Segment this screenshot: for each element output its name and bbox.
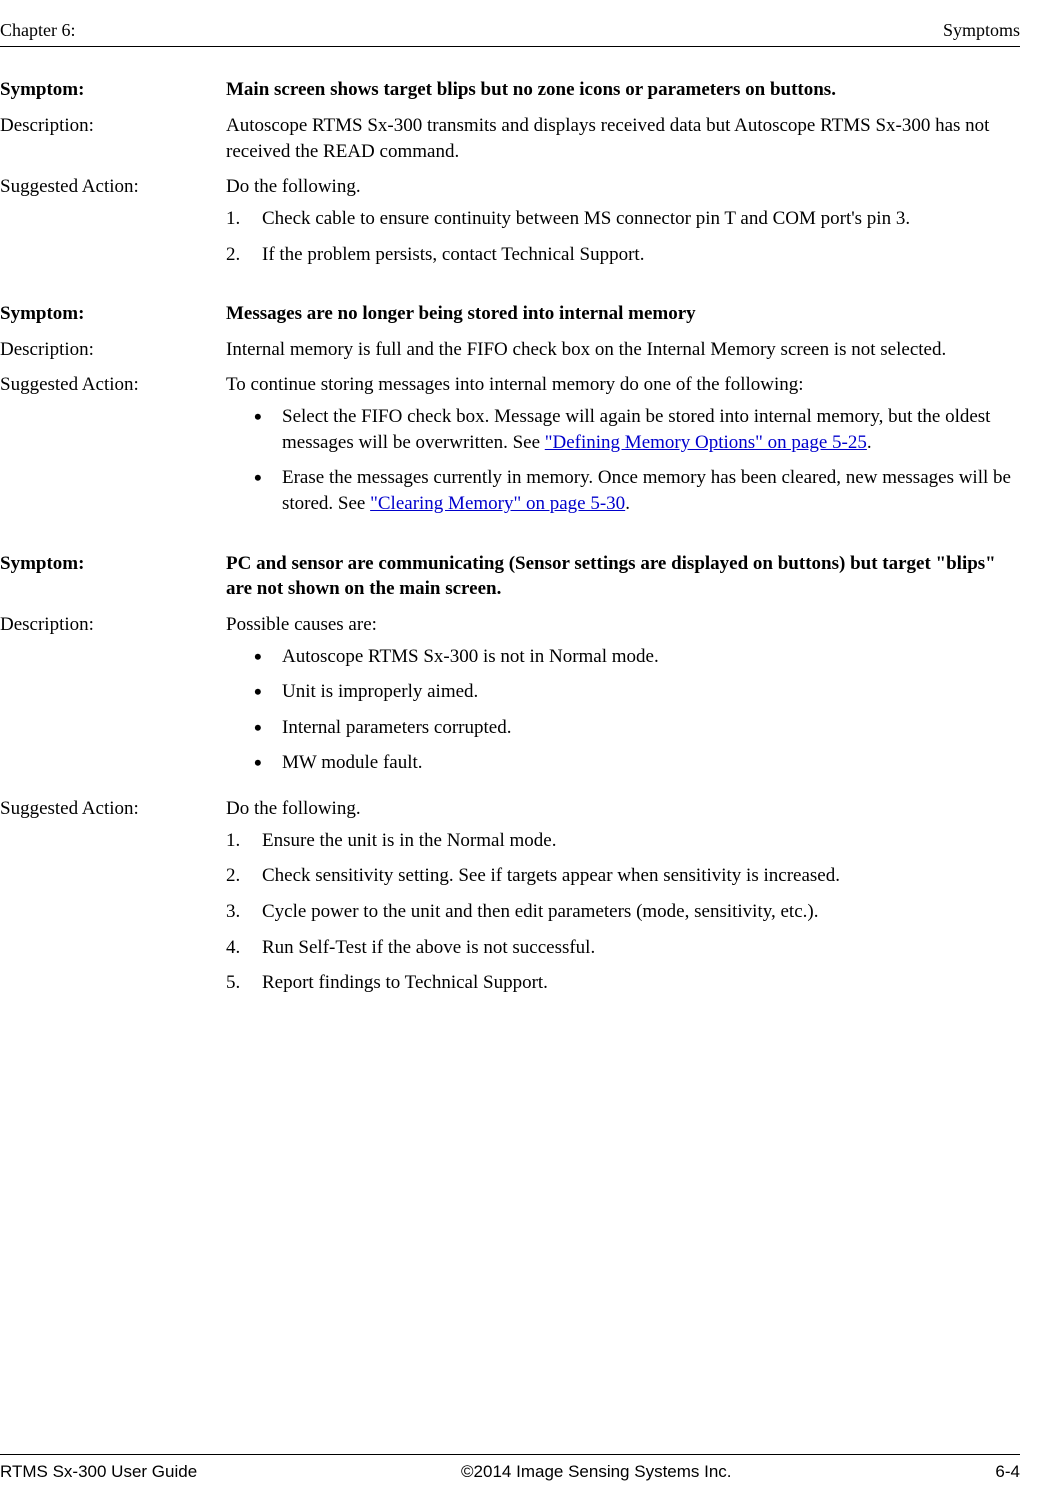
bullet-tail: .	[867, 432, 872, 453]
action-label: Suggested Action:	[0, 372, 226, 526]
action-body: Do the following. Check cable to ensure …	[226, 174, 1020, 277]
xref-link[interactable]: "Defining Memory Options" on page 5-25	[545, 432, 867, 453]
description-body: Possible causes are: Autoscope RTMS Sx-3…	[226, 612, 1020, 786]
description-label: Description:	[0, 113, 226, 164]
action-steps: Ensure the unit is in the Normal mode. C…	[226, 828, 1020, 996]
description-row: Description: Internal memory is full and…	[0, 337, 1020, 363]
list-item: Erase the messages currently in memory. …	[226, 465, 1020, 516]
list-item: Run Self-Test if the above is not succes…	[226, 935, 1020, 961]
symptom-row: Symptom: Main screen shows target blips …	[0, 77, 1020, 103]
footer-center: ©2014 Image Sensing Systems Inc.	[461, 1461, 732, 1484]
list-item: MW module fault.	[226, 750, 1020, 776]
xref-link[interactable]: "Clearing Memory" on page 5-30	[370, 493, 625, 514]
list-item: Check cable to ensure continuity between…	[226, 206, 1020, 232]
action-bullets: Select the FIFO check box. Message will …	[226, 404, 1020, 517]
action-intro: Do the following.	[226, 796, 1020, 822]
cause-bullets: Autoscope RTMS Sx-300 is not in Normal m…	[226, 644, 1020, 777]
action-label: Suggested Action:	[0, 796, 226, 1006]
list-item: Select the FIFO check box. Message will …	[226, 404, 1020, 455]
list-item: Check sensitivity setting. See if target…	[226, 863, 1020, 889]
desc-intro: Possible causes are:	[226, 612, 1020, 638]
description-row: Description: Autoscope RTMS Sx-300 trans…	[0, 113, 1020, 164]
page-footer: RTMS Sx-300 User Guide ©2014 Image Sensi…	[0, 1454, 1020, 1484]
action-row: Suggested Action: Do the following. Chec…	[0, 174, 1020, 277]
symptom-label: Symptom:	[0, 77, 226, 103]
list-item: Unit is improperly aimed.	[226, 679, 1020, 705]
list-item: If the problem persists, contact Technic…	[226, 242, 1020, 268]
symptom-text: Main screen shows target blips but no zo…	[226, 77, 1020, 103]
symptom-text: Messages are no longer being stored into…	[226, 301, 1020, 327]
description-row: Description: Possible causes are: Autosc…	[0, 612, 1020, 786]
action-intro: Do the following.	[226, 174, 1020, 200]
footer-right: 6-4	[995, 1461, 1020, 1484]
action-body: Do the following. Ensure the unit is in …	[226, 796, 1020, 1006]
bullet-tail: .	[625, 493, 630, 514]
action-row: Suggested Action: To continue storing me…	[0, 372, 1020, 526]
list-item: Internal parameters corrupted.	[226, 715, 1020, 741]
page-content: Symptom: Main screen shows target blips …	[0, 77, 1020, 1006]
list-item: Cycle power to the unit and then edit pa…	[226, 899, 1020, 925]
description-text: Autoscope RTMS Sx-300 transmits and disp…	[226, 113, 1020, 164]
symptom-label: Symptom:	[0, 301, 226, 327]
symptom-text: PC and sensor are communicating (Sensor …	[226, 551, 1020, 602]
footer-left: RTMS Sx-300 User Guide	[0, 1461, 197, 1484]
action-row: Suggested Action: Do the following. Ensu…	[0, 796, 1020, 1006]
symptom-row: Symptom: PC and sensor are communicating…	[0, 551, 1020, 602]
action-label: Suggested Action:	[0, 174, 226, 277]
page-header: Chapter 6: Symptoms	[0, 18, 1020, 47]
action-body: To continue storing messages into intern…	[226, 372, 1020, 526]
header-right: Symptoms	[943, 18, 1020, 42]
symptom-row: Symptom: Messages are no longer being st…	[0, 301, 1020, 327]
description-label: Description:	[0, 612, 226, 786]
list-item: Ensure the unit is in the Normal mode.	[226, 828, 1020, 854]
list-item: Autoscope RTMS Sx-300 is not in Normal m…	[226, 644, 1020, 670]
symptom-label: Symptom:	[0, 551, 226, 602]
description-text: Internal memory is full and the FIFO che…	[226, 337, 1020, 363]
description-label: Description:	[0, 337, 226, 363]
header-left: Chapter 6:	[0, 18, 75, 42]
list-item: Report findings to Technical Support.	[226, 970, 1020, 996]
action-intro: To continue storing messages into intern…	[226, 372, 1020, 398]
action-steps: Check cable to ensure continuity between…	[226, 206, 1020, 267]
